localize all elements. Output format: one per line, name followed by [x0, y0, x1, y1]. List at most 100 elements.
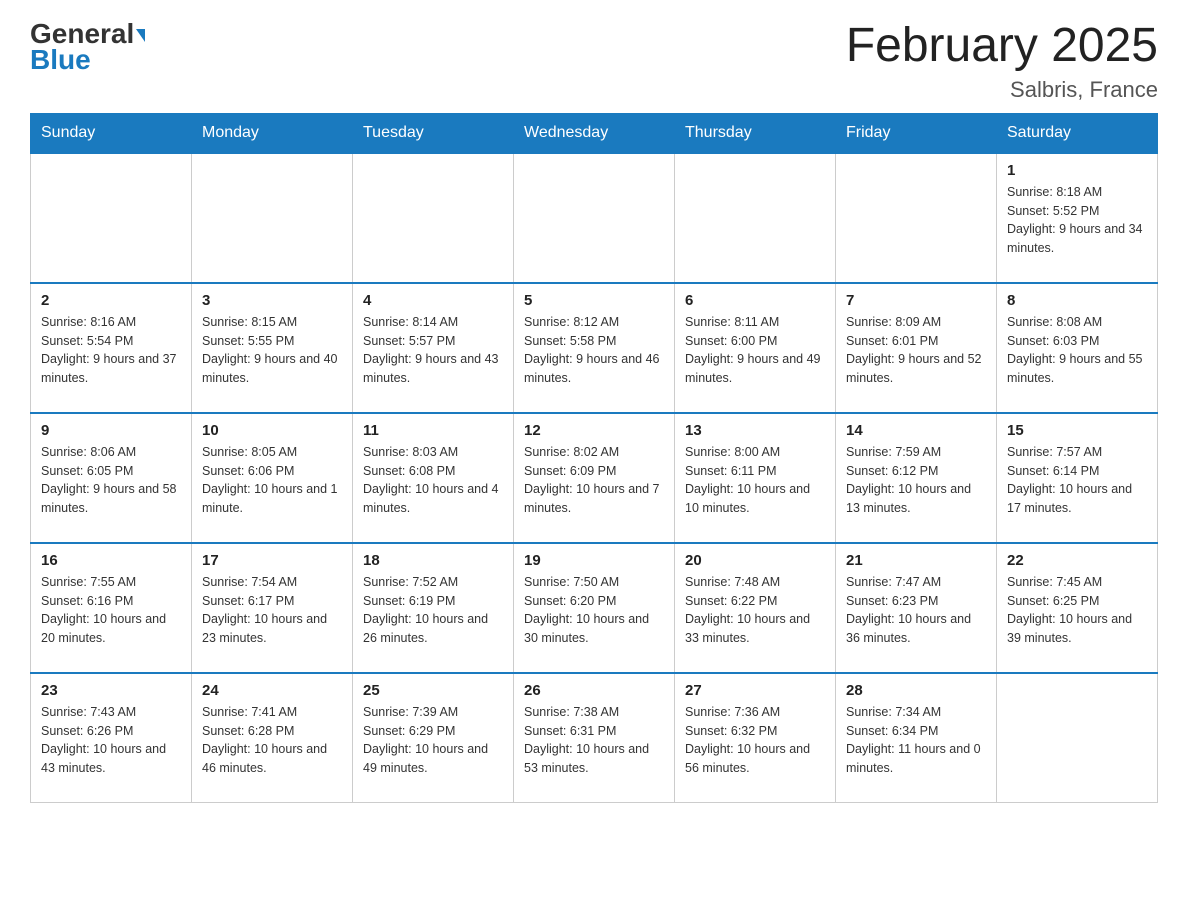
calendar-cell: 15 Sunrise: 7:57 AMSunset: 6:14 PMDayligh…: [997, 413, 1158, 543]
day-number: 5: [524, 292, 664, 309]
location-title: Salbris, France: [846, 77, 1158, 103]
day-info: Sunrise: 7:38 AMSunset: 6:31 PMDaylight:…: [524, 703, 664, 778]
header-day-wednesday: Wednesday: [514, 113, 675, 153]
week-row-4: 16 Sunrise: 7:55 AMSunset: 6:16 PMDayligh…: [31, 543, 1158, 673]
calendar-cell: 23 Sunrise: 7:43 AMSunset: 6:26 PMDayligh…: [31, 673, 192, 803]
day-info: Sunrise: 7:50 AMSunset: 6:20 PMDaylight:…: [524, 573, 664, 648]
day-info: Sunrise: 8:02 AMSunset: 6:09 PMDaylight:…: [524, 443, 664, 518]
day-number: 13: [685, 422, 825, 439]
calendar-cell: 17 Sunrise: 7:54 AMSunset: 6:17 PMDayligh…: [192, 543, 353, 673]
day-info: Sunrise: 8:18 AMSunset: 5:52 PMDaylight:…: [1007, 183, 1147, 258]
calendar-cell: 11Sunrise: 8:03 AMSunset: 6:08 PMDayligh…: [353, 413, 514, 543]
week-row-5: 23 Sunrise: 7:43 AMSunset: 6:26 PMDayligh…: [31, 673, 1158, 803]
day-number: 28: [846, 682, 986, 699]
day-number: 10: [202, 422, 342, 439]
calendar-cell: 16 Sunrise: 7:55 AMSunset: 6:16 PMDayligh…: [31, 543, 192, 673]
calendar-cell: 4 Sunrise: 8:14 AMSunset: 5:57 PMDaylight…: [353, 283, 514, 413]
calendar-table: SundayMondayTuesdayWednesdayThursdayFrid…: [30, 113, 1158, 804]
day-number: 8: [1007, 292, 1147, 309]
calendar-cell: 27 Sunrise: 7:36 AMSunset: 6:32 PMDayligh…: [675, 673, 836, 803]
day-number: 26: [524, 682, 664, 699]
day-info: Sunrise: 7:52 AMSunset: 6:19 PMDaylight:…: [363, 573, 503, 648]
calendar-header: SundayMondayTuesdayWednesdayThursdayFrid…: [31, 113, 1158, 153]
calendar-cell: 2Sunrise: 8:16 AMSunset: 5:54 PMDaylight…: [31, 283, 192, 413]
calendar-cell: 10 Sunrise: 8:05 AMSunset: 6:06 PMDayligh…: [192, 413, 353, 543]
day-info: Sunrise: 7:48 AMSunset: 6:22 PMDaylight:…: [685, 573, 825, 648]
logo-area: General Blue: [30, 20, 145, 76]
day-number: 15: [1007, 422, 1147, 439]
title-area: February 2025 Salbris, France: [846, 20, 1158, 103]
day-info: Sunrise: 7:39 AMSunset: 6:29 PMDaylight:…: [363, 703, 503, 778]
day-info: Sunrise: 7:59 AMSunset: 6:12 PMDaylight:…: [846, 443, 986, 518]
day-info: Sunrise: 8:03 AMSunset: 6:08 PMDaylight:…: [363, 443, 503, 518]
day-number: 20: [685, 552, 825, 569]
calendar-cell: 14 Sunrise: 7:59 AMSunset: 6:12 PMDayligh…: [836, 413, 997, 543]
day-number: 17: [202, 552, 342, 569]
day-info: Sunrise: 7:34 AMSunset: 6:34 PMDaylight:…: [846, 703, 986, 778]
calendar-cell: 24 Sunrise: 7:41 AMSunset: 6:28 PMDayligh…: [192, 673, 353, 803]
calendar-cell: 20 Sunrise: 7:48 AMSunset: 6:22 PMDayligh…: [675, 543, 836, 673]
day-info: Sunrise: 8:15 AMSunset: 5:55 PMDaylight:…: [202, 313, 342, 388]
day-number: 14: [846, 422, 986, 439]
day-info: Sunrise: 7:45 AMSunset: 6:25 PMDaylight:…: [1007, 573, 1147, 648]
day-number: 23: [41, 682, 181, 699]
day-number: 19: [524, 552, 664, 569]
calendar-cell: 22 Sunrise: 7:45 AMSunset: 6:25 PMDayligh…: [997, 543, 1158, 673]
day-info: Sunrise: 7:36 AMSunset: 6:32 PMDaylight:…: [685, 703, 825, 778]
month-title: February 2025: [846, 20, 1158, 73]
calendar-cell: 1 Sunrise: 8:18 AMSunset: 5:52 PMDaylight…: [997, 153, 1158, 283]
day-info: Sunrise: 8:09 AMSunset: 6:01 PMDaylight:…: [846, 313, 986, 388]
day-number: 27: [685, 682, 825, 699]
header-day-thursday: Thursday: [675, 113, 836, 153]
day-info: Sunrise: 8:05 AMSunset: 6:06 PMDaylight:…: [202, 443, 342, 518]
day-number: 18: [363, 552, 503, 569]
day-info: Sunrise: 8:14 AMSunset: 5:57 PMDaylight:…: [363, 313, 503, 388]
calendar-cell: 18 Sunrise: 7:52 AMSunset: 6:19 PMDayligh…: [353, 543, 514, 673]
calendar-cell: [836, 153, 997, 283]
day-info: Sunrise: 8:08 AMSunset: 6:03 PMDaylight:…: [1007, 313, 1147, 388]
calendar-cell: 7 Sunrise: 8:09 AMSunset: 6:01 PMDaylight…: [836, 283, 997, 413]
logo-blue: Blue: [30, 44, 91, 76]
day-info: Sunrise: 7:55 AMSunset: 6:16 PMDaylight:…: [41, 573, 181, 648]
calendar-cell: 5 Sunrise: 8:12 AMSunset: 5:58 PMDaylight…: [514, 283, 675, 413]
calendar-cell: 19 Sunrise: 7:50 AMSunset: 6:20 PMDayligh…: [514, 543, 675, 673]
day-info: Sunrise: 7:54 AMSunset: 6:17 PMDaylight:…: [202, 573, 342, 648]
calendar-cell: 12 Sunrise: 8:02 AMSunset: 6:09 PMDayligh…: [514, 413, 675, 543]
day-number: 7: [846, 292, 986, 309]
day-info: Sunrise: 7:57 AMSunset: 6:14 PMDaylight:…: [1007, 443, 1147, 518]
day-number: 21: [846, 552, 986, 569]
day-number: 2: [41, 292, 181, 309]
day-number: 25: [363, 682, 503, 699]
page-header: General Blue February 2025 Salbris, Fran…: [30, 20, 1158, 103]
day-info: Sunrise: 7:41 AMSunset: 6:28 PMDaylight:…: [202, 703, 342, 778]
calendar-cell: [353, 153, 514, 283]
calendar-cell: 26 Sunrise: 7:38 AMSunset: 6:31 PMDayligh…: [514, 673, 675, 803]
day-info: Sunrise: 8:12 AMSunset: 5:58 PMDaylight:…: [524, 313, 664, 388]
calendar-cell: 8 Sunrise: 8:08 AMSunset: 6:03 PMDaylight…: [997, 283, 1158, 413]
calendar-cell: [31, 153, 192, 283]
day-info: Sunrise: 7:47 AMSunset: 6:23 PMDaylight:…: [846, 573, 986, 648]
calendar-cell: 25 Sunrise: 7:39 AMSunset: 6:29 PMDayligh…: [353, 673, 514, 803]
day-number: 24: [202, 682, 342, 699]
day-number: 12: [524, 422, 664, 439]
calendar-body: 1 Sunrise: 8:18 AMSunset: 5:52 PMDaylight…: [31, 153, 1158, 803]
week-row-1: 1 Sunrise: 8:18 AMSunset: 5:52 PMDaylight…: [31, 153, 1158, 283]
calendar-cell: [192, 153, 353, 283]
day-number: 3: [202, 292, 342, 309]
calendar-cell: 28 Sunrise: 7:34 AMSunset: 6:34 PMDayligh…: [836, 673, 997, 803]
header-day-saturday: Saturday: [997, 113, 1158, 153]
day-number: 1: [1007, 162, 1147, 179]
day-number: 16: [41, 552, 181, 569]
day-info: Sunrise: 7:43 AMSunset: 6:26 PMDaylight:…: [41, 703, 181, 778]
day-number: 22: [1007, 552, 1147, 569]
calendar-cell: [675, 153, 836, 283]
week-row-3: 9Sunrise: 8:06 AMSunset: 6:05 PMDaylight…: [31, 413, 1158, 543]
header-day-monday: Monday: [192, 113, 353, 153]
day-info: Sunrise: 8:00 AMSunset: 6:11 PMDaylight:…: [685, 443, 825, 518]
calendar-cell: [514, 153, 675, 283]
calendar-cell: 9Sunrise: 8:06 AMSunset: 6:05 PMDaylight…: [31, 413, 192, 543]
calendar-cell: 3 Sunrise: 8:15 AMSunset: 5:55 PMDaylight…: [192, 283, 353, 413]
day-number: 9: [41, 422, 181, 439]
calendar-cell: 6Sunrise: 8:11 AMSunset: 6:00 PMDaylight…: [675, 283, 836, 413]
day-number: 4: [363, 292, 503, 309]
